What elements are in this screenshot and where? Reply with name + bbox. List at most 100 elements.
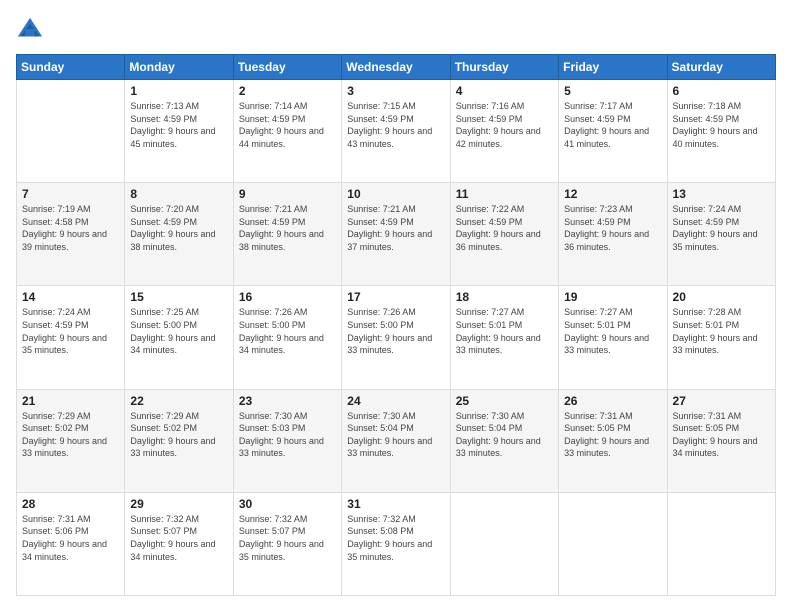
day-number: 31 — [347, 497, 444, 511]
day-number: 22 — [130, 394, 227, 408]
day-number: 20 — [673, 290, 770, 304]
day-number: 10 — [347, 187, 444, 201]
day-info: Sunrise: 7:24 AMSunset: 4:59 PMDaylight:… — [673, 203, 770, 253]
day-number: 3 — [347, 84, 444, 98]
calendar-cell: 17Sunrise: 7:26 AMSunset: 5:00 PMDayligh… — [342, 286, 450, 389]
day-number: 7 — [22, 187, 119, 201]
calendar-table: SundayMondayTuesdayWednesdayThursdayFrid… — [16, 54, 776, 596]
day-info: Sunrise: 7:15 AMSunset: 4:59 PMDaylight:… — [347, 100, 444, 150]
calendar-cell: 8Sunrise: 7:20 AMSunset: 4:59 PMDaylight… — [125, 183, 233, 286]
day-number: 4 — [456, 84, 553, 98]
day-number: 13 — [673, 187, 770, 201]
calendar-cell: 3 Sunrise: 7:15 AMSunset: 4:59 PMDaylight… — [342, 80, 450, 183]
day-number: 1 — [130, 84, 227, 98]
calendar-cell: 15 Sunrise: 7:25 AMSunset: 5:00 PMDayligh… — [125, 286, 233, 389]
day-info: Sunrise: 7:24 AMSunset: 4:59 PMDaylight:… — [22, 306, 119, 356]
calendar-cell: 4 Sunrise: 7:16 AMSunset: 4:59 PMDaylight… — [450, 80, 558, 183]
calendar-week-row: 7 Sunrise: 7:19 AMSunset: 4:58 PMDaylight… — [17, 183, 776, 286]
calendar-cell: 19Sunrise: 7:27 AMSunset: 5:01 PMDayligh… — [559, 286, 667, 389]
day-info: Sunrise: 7:21 AMSunset: 4:59 PMDaylight:… — [347, 203, 444, 253]
day-info: Sunrise: 7:30 AMSunset: 5:04 PMDaylight:… — [456, 410, 553, 460]
day-info: Sunrise: 7:29 AMSunset: 5:02 PMDaylight:… — [22, 410, 119, 460]
calendar-cell: 9 Sunrise: 7:21 AMSunset: 4:59 PMDaylight… — [233, 183, 341, 286]
calendar-cell: 6 Sunrise: 7:18 AMSunset: 4:59 PMDaylight… — [667, 80, 775, 183]
calendar-cell: 31 Sunrise: 7:32 AMSunset: 5:08 PMDayligh… — [342, 492, 450, 595]
day-info: Sunrise: 7:31 AMSunset: 5:06 PMDaylight:… — [22, 513, 119, 563]
calendar-cell: 12 Sunrise: 7:23 AMSunset: 4:59 PMDayligh… — [559, 183, 667, 286]
day-number: 6 — [673, 84, 770, 98]
day-info: Sunrise: 7:26 AMSunset: 5:00 PMDaylight:… — [347, 306, 444, 356]
day-info: Sunrise: 7:18 AMSunset: 4:59 PMDaylight:… — [673, 100, 770, 150]
calendar-cell: 23 Sunrise: 7:30 AMSunset: 5:03 PMDayligh… — [233, 389, 341, 492]
day-number: 18 — [456, 290, 553, 304]
weekday-header: Wednesday — [342, 55, 450, 80]
day-number: 5 — [564, 84, 661, 98]
calendar-cell: 2 Sunrise: 7:14 AMSunset: 4:59 PMDaylight… — [233, 80, 341, 183]
calendar-cell: 29Sunrise: 7:32 AMSunset: 5:07 PMDayligh… — [125, 492, 233, 595]
calendar-cell: 18 Sunrise: 7:27 AMSunset: 5:01 PMDayligh… — [450, 286, 558, 389]
day-info: Sunrise: 7:31 AMSunset: 5:05 PMDaylight:… — [673, 410, 770, 460]
day-info: Sunrise: 7:27 AMSunset: 5:01 PMDaylight:… — [564, 306, 661, 356]
calendar-cell: 22 Sunrise: 7:29 AMSunset: 5:02 PMDayligh… — [125, 389, 233, 492]
day-info: Sunrise: 7:21 AMSunset: 4:59 PMDaylight:… — [239, 203, 336, 253]
day-info: Sunrise: 7:13 AMSunset: 4:59 PMDaylight:… — [130, 100, 227, 150]
calendar-week-row: 28 Sunrise: 7:31 AMSunset: 5:06 PMDayligh… — [17, 492, 776, 595]
day-info: Sunrise: 7:19 AMSunset: 4:58 PMDaylight:… — [22, 203, 119, 253]
day-number: 14 — [22, 290, 119, 304]
day-info: Sunrise: 7:17 AMSunset: 4:59 PMDaylight:… — [564, 100, 661, 150]
day-info: Sunrise: 7:29 AMSunset: 5:02 PMDaylight:… — [130, 410, 227, 460]
day-info: Sunrise: 7:20 AMSunset: 4:59 PMDaylight:… — [130, 203, 227, 253]
calendar-cell: 14 Sunrise: 7:24 AMSunset: 4:59 PMDayligh… — [17, 286, 125, 389]
day-number: 9 — [239, 187, 336, 201]
weekday-header: Monday — [125, 55, 233, 80]
calendar-week-row: 21 Sunrise: 7:29 AMSunset: 5:02 PMDayligh… — [17, 389, 776, 492]
day-info: Sunrise: 7:27 AMSunset: 5:01 PMDaylight:… — [456, 306, 553, 356]
day-info: Sunrise: 7:32 AMSunset: 5:08 PMDaylight:… — [347, 513, 444, 563]
header — [16, 16, 776, 44]
day-info: Sunrise: 7:28 AMSunset: 5:01 PMDaylight:… — [673, 306, 770, 356]
weekday-header: Saturday — [667, 55, 775, 80]
weekday-header: Tuesday — [233, 55, 341, 80]
calendar-cell: 13 Sunrise: 7:24 AMSunset: 4:59 PMDayligh… — [667, 183, 775, 286]
weekday-header: Thursday — [450, 55, 558, 80]
page: SundayMondayTuesdayWednesdayThursdayFrid… — [0, 0, 792, 612]
calendar-cell — [17, 80, 125, 183]
calendar-cell: 16 Sunrise: 7:26 AMSunset: 5:00 PMDayligh… — [233, 286, 341, 389]
calendar-cell: 21 Sunrise: 7:29 AMSunset: 5:02 PMDayligh… — [17, 389, 125, 492]
day-number: 28 — [22, 497, 119, 511]
calendar-cell: 7 Sunrise: 7:19 AMSunset: 4:58 PMDaylight… — [17, 183, 125, 286]
calendar-cell: 25 Sunrise: 7:30 AMSunset: 5:04 PMDayligh… — [450, 389, 558, 492]
day-number: 21 — [22, 394, 119, 408]
day-number: 26 — [564, 394, 661, 408]
calendar-cell: 26 Sunrise: 7:31 AMSunset: 5:05 PMDayligh… — [559, 389, 667, 492]
logo-icon — [16, 16, 44, 44]
day-number: 27 — [673, 394, 770, 408]
day-info: Sunrise: 7:30 AMSunset: 5:03 PMDaylight:… — [239, 410, 336, 460]
calendar-cell: 27 Sunrise: 7:31 AMSunset: 5:05 PMDayligh… — [667, 389, 775, 492]
weekday-header: Sunday — [17, 55, 125, 80]
day-info: Sunrise: 7:32 AMSunset: 5:07 PMDaylight:… — [130, 513, 227, 563]
day-number: 30 — [239, 497, 336, 511]
day-number: 25 — [456, 394, 553, 408]
day-number: 15 — [130, 290, 227, 304]
day-info: Sunrise: 7:30 AMSunset: 5:04 PMDaylight:… — [347, 410, 444, 460]
day-info: Sunrise: 7:22 AMSunset: 4:59 PMDaylight:… — [456, 203, 553, 253]
weekday-header: Friday — [559, 55, 667, 80]
day-info: Sunrise: 7:25 AMSunset: 5:00 PMDaylight:… — [130, 306, 227, 356]
day-number: 23 — [239, 394, 336, 408]
calendar-header-row: SundayMondayTuesdayWednesdayThursdayFrid… — [17, 55, 776, 80]
calendar-week-row: 14 Sunrise: 7:24 AMSunset: 4:59 PMDayligh… — [17, 286, 776, 389]
day-info: Sunrise: 7:23 AMSunset: 4:59 PMDaylight:… — [564, 203, 661, 253]
logo — [16, 16, 46, 44]
day-number: 12 — [564, 187, 661, 201]
calendar-cell — [667, 492, 775, 595]
day-number: 2 — [239, 84, 336, 98]
day-info: Sunrise: 7:14 AMSunset: 4:59 PMDaylight:… — [239, 100, 336, 150]
day-number: 16 — [239, 290, 336, 304]
day-info: Sunrise: 7:31 AMSunset: 5:05 PMDaylight:… — [564, 410, 661, 460]
day-info: Sunrise: 7:16 AMSunset: 4:59 PMDaylight:… — [456, 100, 553, 150]
calendar-cell — [559, 492, 667, 595]
calendar-cell: 30Sunrise: 7:32 AMSunset: 5:07 PMDayligh… — [233, 492, 341, 595]
calendar-cell: 28 Sunrise: 7:31 AMSunset: 5:06 PMDayligh… — [17, 492, 125, 595]
day-info: Sunrise: 7:26 AMSunset: 5:00 PMDaylight:… — [239, 306, 336, 356]
